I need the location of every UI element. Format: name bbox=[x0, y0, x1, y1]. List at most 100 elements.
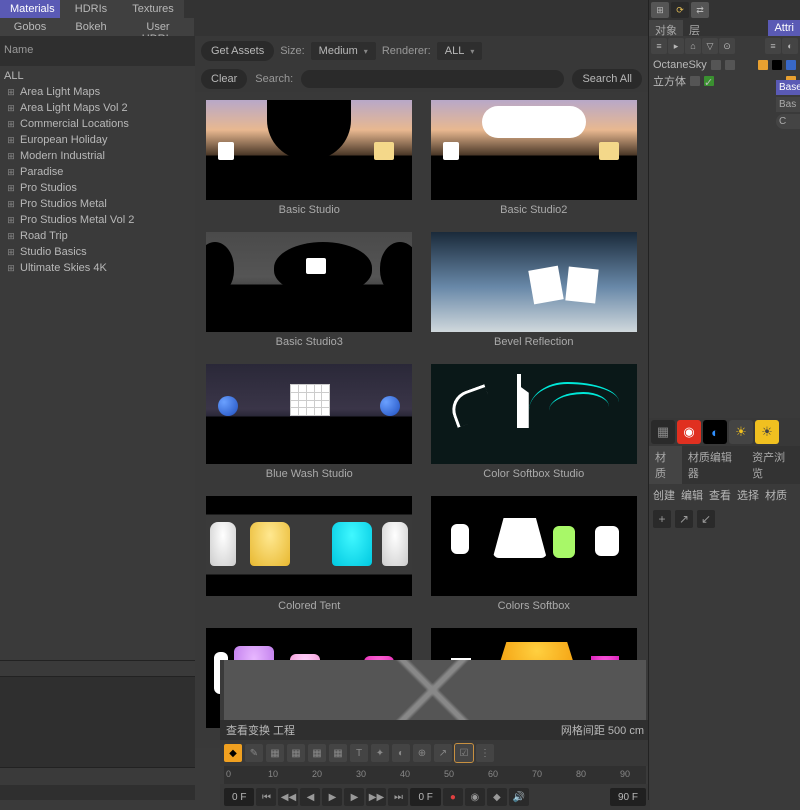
get-assets-button[interactable]: Get Assets bbox=[201, 41, 274, 61]
keyframe-icon[interactable]: ◆ bbox=[224, 744, 242, 762]
menu-item[interactable]: 查看 bbox=[709, 487, 731, 503]
expand-icon[interactable]: ↗ bbox=[675, 510, 693, 528]
sound-button[interactable]: 🔊 bbox=[509, 788, 529, 806]
tree-item[interactable]: ⊞Area Light Maps Vol 2 bbox=[0, 100, 195, 116]
tool-icon[interactable]: ⋮ bbox=[476, 744, 494, 762]
tool-icon[interactable]: ✦ bbox=[371, 744, 389, 762]
tree-item[interactable]: ⊞Pro Studios bbox=[0, 180, 195, 196]
expand-icon[interactable]: ⊞ bbox=[6, 263, 16, 274]
asset-card[interactable]: Basic Studio bbox=[203, 100, 416, 224]
viewport-preview[interactable] bbox=[224, 660, 646, 720]
tool-icon[interactable]: ◐ bbox=[782, 38, 798, 54]
tool-icon[interactable]: ◐ bbox=[392, 744, 410, 762]
frame-current-field[interactable]: 0 F bbox=[410, 788, 440, 806]
menu-item[interactable]: 材质 bbox=[765, 487, 787, 503]
cube-icon[interactable]: ▦ bbox=[287, 744, 305, 762]
expand-icon[interactable]: ⊞ bbox=[6, 103, 16, 114]
brush-icon[interactable]: ✎ bbox=[245, 744, 263, 762]
tree-item[interactable]: ⊞Area Light Maps bbox=[0, 84, 195, 100]
expand-icon[interactable]: ⊞ bbox=[6, 247, 16, 258]
expand-icon[interactable]: ⊞ bbox=[6, 167, 16, 178]
panel-icon[interactable]: ▦ bbox=[651, 420, 675, 444]
asset-card[interactable]: Colored Tent bbox=[203, 496, 416, 620]
goto-start-button[interactable]: ⏮ bbox=[256, 788, 276, 806]
asset-card[interactable]: Color Softbox Studio bbox=[428, 364, 641, 488]
render-toggle[interactable]: ✓ bbox=[704, 76, 714, 86]
play-button[interactable]: ▶ bbox=[322, 788, 342, 806]
attr-tab[interactable]: Base bbox=[776, 80, 800, 95]
script-icon[interactable]: ⟳ bbox=[671, 2, 689, 18]
asset-card[interactable]: Blue Wash Studio bbox=[203, 364, 416, 488]
tree-item[interactable]: ⊞Paradise bbox=[0, 164, 195, 180]
tree-item[interactable]: ⊞Modern Industrial bbox=[0, 148, 195, 164]
prev-frame-button[interactable]: ◀ bbox=[300, 788, 320, 806]
search-all-button[interactable]: Search All bbox=[572, 69, 642, 89]
tag-icon[interactable] bbox=[758, 60, 768, 70]
autokey-button[interactable]: ◉ bbox=[465, 788, 485, 806]
timeline-ruler[interactable]: 0 10 20 30 40 50 60 70 80 90 bbox=[224, 766, 646, 784]
search-icon[interactable]: ⊙ bbox=[719, 38, 735, 54]
tab-bokeh[interactable]: Bokeh bbox=[60, 18, 122, 36]
prev-key-button[interactable]: ◀◀ bbox=[278, 788, 298, 806]
tab-objects[interactable]: 对象 bbox=[649, 20, 683, 36]
asset-card[interactable]: Basic Studio3 bbox=[203, 232, 416, 356]
tree-item[interactable]: ⊞Commercial Locations bbox=[0, 116, 195, 132]
asset-card[interactable]: Colors Softbox bbox=[428, 496, 641, 620]
attr-tab[interactable]: Bas bbox=[776, 97, 800, 112]
tag-icon[interactable] bbox=[786, 60, 796, 70]
sun-icon[interactable]: ☀ bbox=[729, 420, 753, 444]
expand-icon[interactable]: ⊞ bbox=[6, 199, 16, 210]
tab-materials[interactable]: Materials bbox=[0, 0, 60, 18]
mat-tab[interactable]: 材质编辑器 bbox=[682, 446, 746, 484]
hierarchy-row[interactable]: OctaneSky bbox=[651, 58, 798, 72]
tab-textures[interactable]: Textures bbox=[122, 0, 184, 18]
expand-icon[interactable]: ⊞ bbox=[6, 87, 16, 98]
expand-icon[interactable]: ⊞ bbox=[6, 231, 16, 242]
renderer-dropdown[interactable]: ALL bbox=[437, 42, 483, 60]
tree-item-selected[interactable]: ⊞Studio Basics bbox=[0, 244, 195, 260]
cube-icon[interactable]: ▦ bbox=[266, 744, 284, 762]
menu-icon[interactable]: ≡ bbox=[651, 38, 667, 54]
panel-icon[interactable]: ⊞ bbox=[651, 2, 669, 18]
menu-item[interactable]: 编辑 bbox=[681, 487, 703, 503]
cube-icon[interactable]: ▦ bbox=[308, 744, 326, 762]
expand-icon[interactable]: ⊞ bbox=[6, 215, 16, 226]
tool-icon[interactable]: ↗ bbox=[434, 744, 452, 762]
tree-root-all[interactable]: ALL bbox=[0, 68, 195, 84]
menu-item[interactable]: 创建 bbox=[653, 487, 675, 503]
mat-tab[interactable]: 资产浏览 bbox=[746, 446, 800, 484]
attr-tab[interactable]: C bbox=[776, 114, 800, 129]
filter-icon[interactable]: ▽ bbox=[702, 38, 718, 54]
expand-icon[interactable]: ⊞ bbox=[6, 151, 16, 162]
next-key-button[interactable]: ▶▶ bbox=[366, 788, 386, 806]
sun-active-icon[interactable]: ☀ bbox=[755, 420, 779, 444]
record-button[interactable]: ● bbox=[443, 788, 463, 806]
tab-layers[interactable]: 层 bbox=[683, 20, 706, 36]
search-input[interactable] bbox=[301, 70, 564, 88]
tag-icon[interactable] bbox=[772, 60, 782, 70]
tool-icon[interactable]: ⊕ bbox=[413, 744, 431, 762]
menu-item[interactable]: 选择 bbox=[737, 487, 759, 503]
frame-start-field[interactable]: 0 F bbox=[224, 788, 254, 806]
size-dropdown[interactable]: Medium bbox=[311, 42, 376, 60]
render-toggle[interactable] bbox=[725, 60, 735, 70]
visibility-toggle[interactable] bbox=[690, 76, 700, 86]
tree-item[interactable]: ⊞Road Trip bbox=[0, 228, 195, 244]
add-button[interactable]: + bbox=[653, 510, 671, 528]
menu-icon[interactable]: ≡ bbox=[765, 38, 781, 54]
tree-item[interactable]: ⊞Ultimate Skies 4K bbox=[0, 260, 195, 276]
tree-item[interactable]: ⊞Pro Studios Metal Vol 2 bbox=[0, 212, 195, 228]
next-frame-button[interactable]: ▶ bbox=[344, 788, 364, 806]
tree-item[interactable]: ⊞Pro Studios Metal bbox=[0, 196, 195, 212]
tab-attributes[interactable]: Attri bbox=[768, 20, 800, 36]
asset-card[interactable]: Bevel Reflection bbox=[428, 232, 641, 356]
expand-icon[interactable]: ⊞ bbox=[6, 135, 16, 146]
tree-item[interactable]: ⊞European Holiday bbox=[0, 132, 195, 148]
visibility-toggle[interactable] bbox=[711, 60, 721, 70]
camera-icon[interactable]: ◉ bbox=[677, 420, 701, 444]
cube-icon[interactable]: ▦ bbox=[329, 744, 347, 762]
expand-icon[interactable]: ⊞ bbox=[6, 119, 16, 130]
checkbox-icon[interactable]: ☑ bbox=[455, 744, 473, 762]
tool-icon[interactable]: ▸ bbox=[668, 38, 684, 54]
asset-card[interactable]: Basic Studio2 bbox=[428, 100, 641, 224]
